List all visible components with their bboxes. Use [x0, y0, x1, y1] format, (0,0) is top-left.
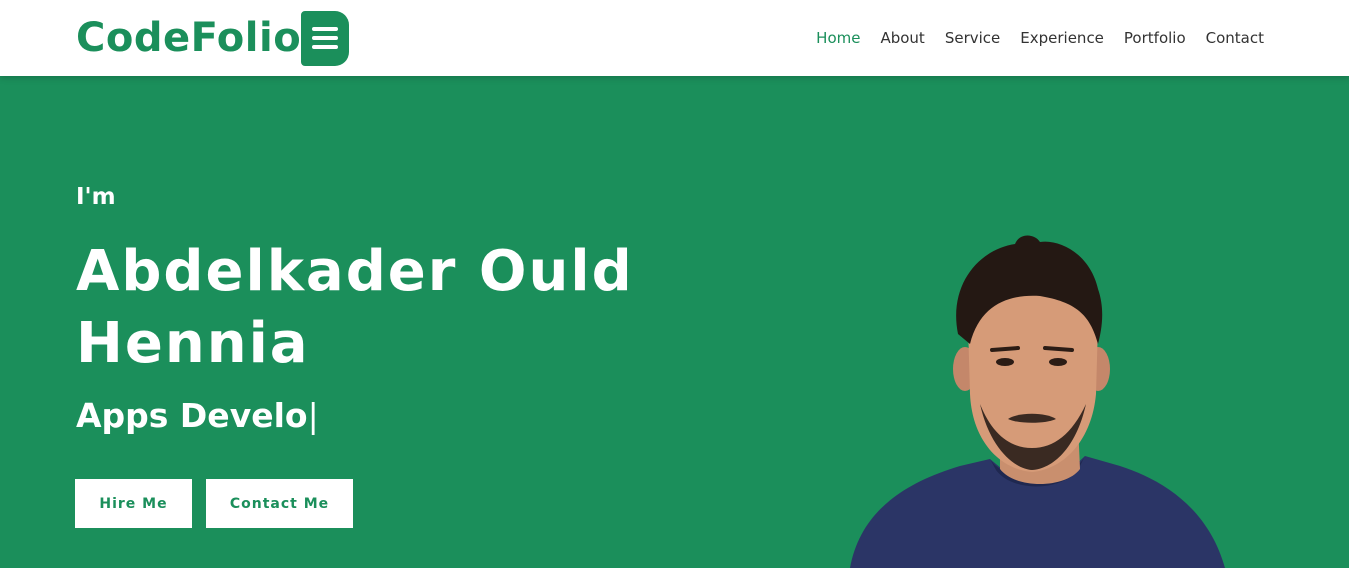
hero-name-line1: Abdelkader Ould — [76, 239, 634, 304]
hero-intro: I'm — [76, 184, 116, 210]
hire-me-button[interactable]: Hire Me — [75, 479, 192, 528]
nav-item-about[interactable]: About — [880, 26, 924, 50]
contact-me-button[interactable]: Contact Me — [206, 479, 353, 528]
hero-section: I'm Abdelkader Ould Hennia Apps Develo| … — [0, 76, 1349, 568]
navbar: CodeFolio Home About Service Experience … — [0, 0, 1349, 76]
typing-caret: | — [307, 396, 319, 435]
nav-item-contact[interactable]: Contact — [1206, 26, 1264, 50]
nav-item-service[interactable]: Service — [945, 26, 1000, 50]
hero-role-text: Apps Develo — [76, 396, 308, 435]
person-portrait-icon — [850, 235, 1225, 568]
main-nav: Home About Service Experience Portfolio … — [796, 26, 1264, 50]
nav-item-home[interactable]: Home — [816, 26, 860, 50]
menu-icon — [301, 10, 350, 66]
nav-item-experience[interactable]: Experience — [1020, 26, 1104, 50]
nav-item-portfolio[interactable]: Portfolio — [1124, 26, 1186, 50]
hero-name-line2: Hennia — [76, 311, 310, 376]
hero-name: Abdelkader Ould Hennia — [76, 236, 776, 380]
hero-role: Apps Develo| — [76, 394, 319, 438]
brand-logo[interactable]: CodeFolio — [76, 10, 350, 66]
brand-name: CodeFolio — [76, 15, 302, 61]
